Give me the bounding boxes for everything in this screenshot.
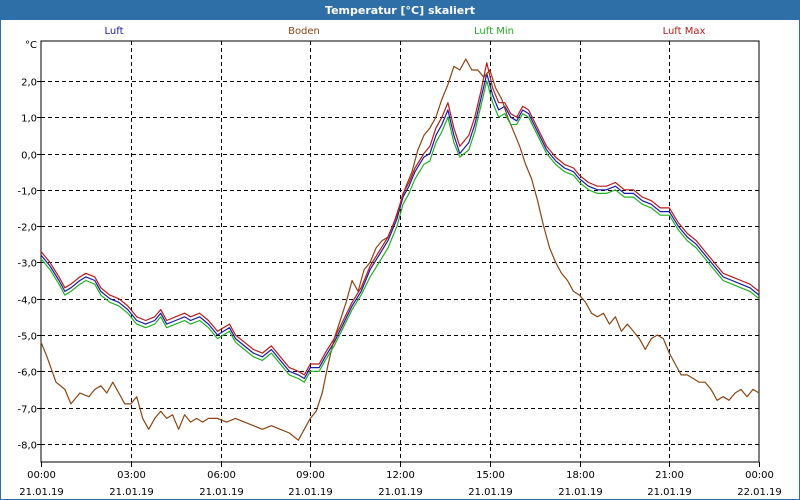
y-tick-label: 0,0 (21, 151, 37, 162)
legend-entry-boden: Boden (288, 26, 320, 37)
x-tick-date-label: 21.01.19 (19, 487, 64, 498)
x-tick-time-label: 15:00 (476, 470, 505, 481)
legend-entry-luft: Luft (105, 26, 124, 37)
x-tick-date-label: 21.01.19 (558, 487, 603, 498)
legend-entry-luft-max: Luft Max (663, 26, 706, 37)
chart-window: Temperatur [°C] skaliert 2,0 1,0 0,0 -1,0 -2… (0, 0, 800, 500)
x-tick-date-label: 21.01.19 (468, 487, 513, 498)
x-tick-time-label: 12:00 (386, 470, 415, 481)
x-tick-date-label: 22.01.19 (737, 487, 782, 498)
x-tick-time-label: 18:00 (566, 470, 595, 481)
x-tick-time-label: 00:00 (27, 470, 56, 481)
x-tick-time-label: 00:00 (745, 470, 774, 481)
y-tick-label: -5,0 (17, 332, 37, 343)
x-tick-date-label: 21.01.19 (378, 487, 423, 498)
x-tick-date-label: 21.01.19 (288, 487, 333, 498)
y-tick-label: -6,0 (17, 368, 37, 379)
y-tick-label: -3,0 (17, 259, 37, 270)
window-title: Temperatur [°C] skaliert (1, 1, 799, 20)
y-tick-label: 2,0 (21, 78, 37, 89)
x-tick-time-label: 09:00 (296, 470, 325, 481)
legend-entry-luft-min: Luft Min (474, 26, 514, 37)
y-tick-label: -7,0 (17, 405, 37, 416)
y-tick-label: 1,0 (21, 114, 37, 125)
y-axis-unit: °C (25, 40, 37, 51)
x-tick-time-label: 06:00 (207, 470, 236, 481)
y-tick-label: -1,0 (17, 187, 37, 198)
temperature-chart: 2,0 1,0 0,0 -1,0 -2,0 -3,0 -4,0 -5,0 -6,0 -7,0 -8,… (17, 26, 782, 498)
x-tick-date-label: 21.01.19 (647, 487, 692, 498)
x-tick-date-label: 21.01.19 (109, 487, 154, 498)
y-tick-label: -4,0 (17, 296, 37, 307)
x-tick-time-label: 21:00 (655, 470, 684, 481)
x-tick-time-label: 03:00 (117, 470, 146, 481)
y-tick-label: -8,0 (17, 441, 37, 452)
y-tick-label: -2,0 (17, 223, 37, 234)
x-tick-date-label: 21.01.19 (199, 487, 244, 498)
